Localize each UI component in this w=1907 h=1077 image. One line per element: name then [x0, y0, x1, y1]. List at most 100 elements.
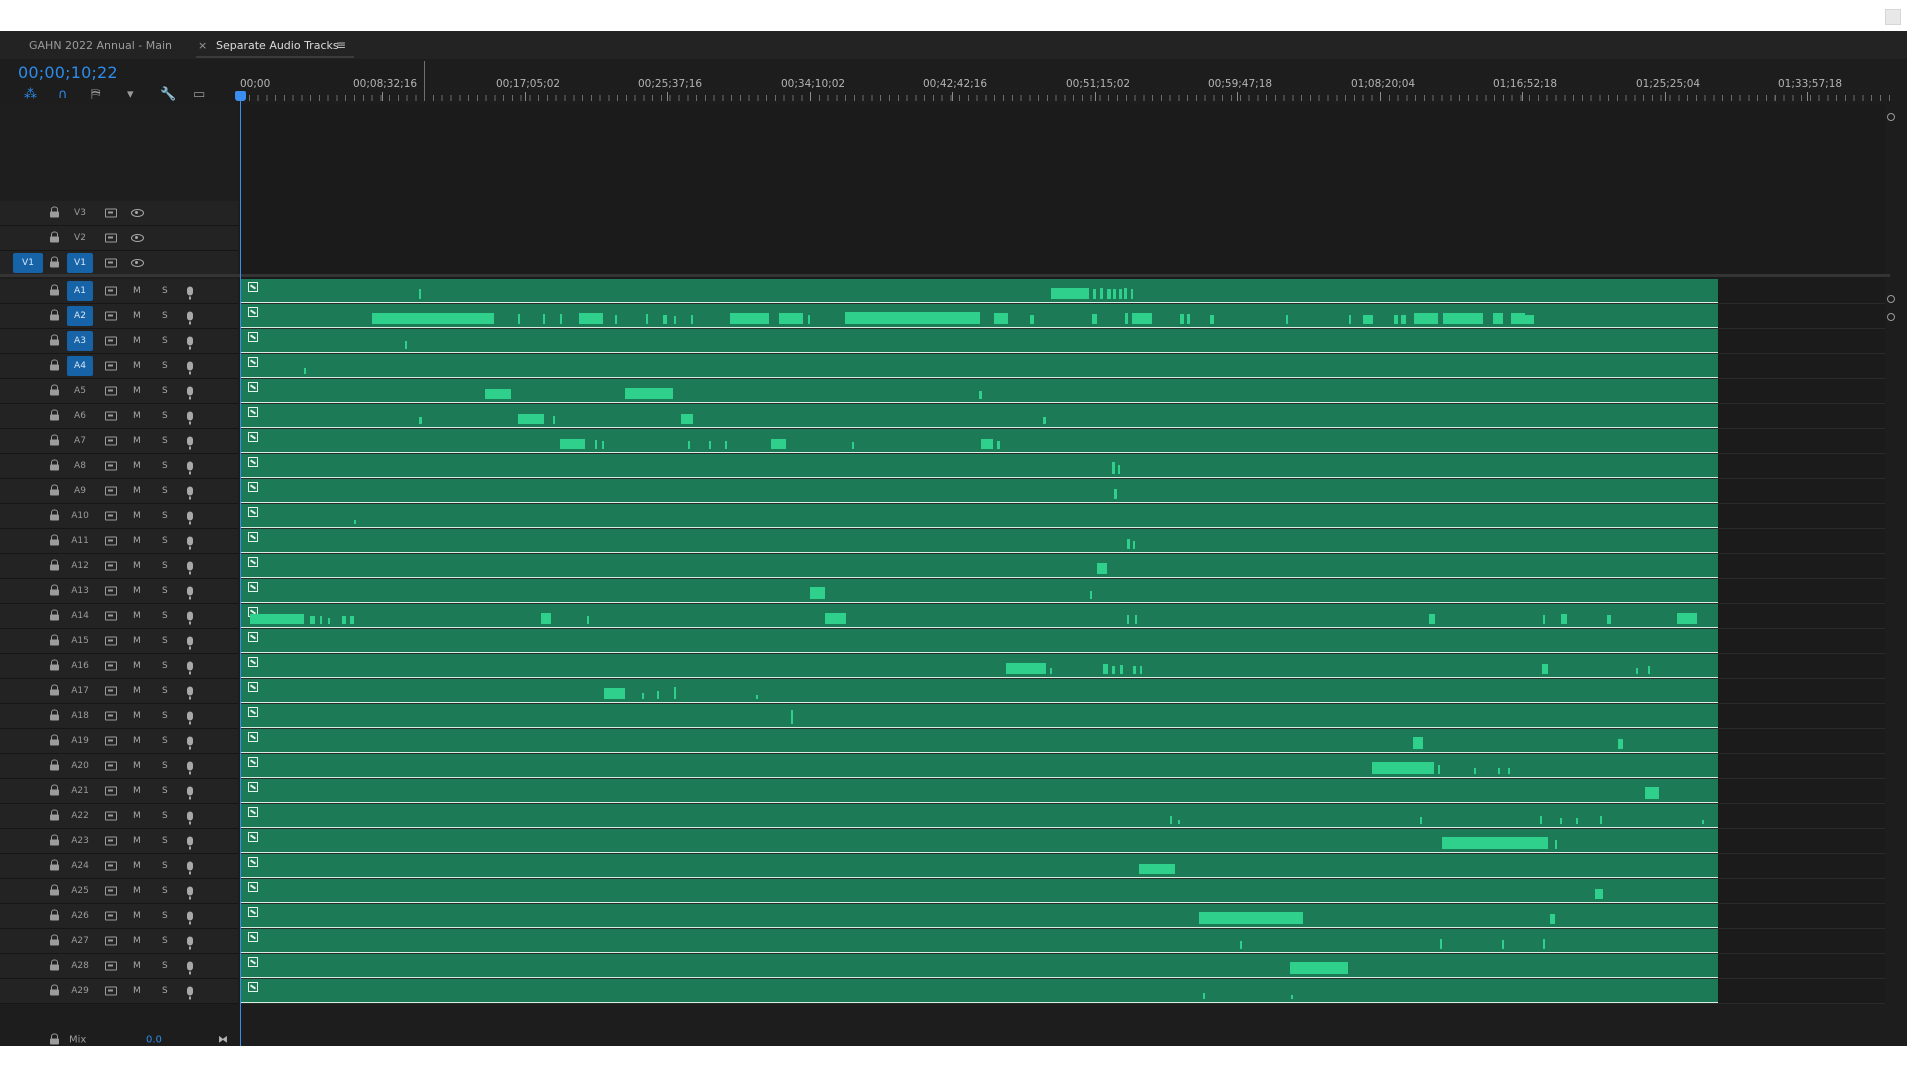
lock-icon[interactable]	[50, 659, 59, 671]
audio-track-lane[interactable]	[240, 354, 1885, 379]
solo-button[interactable]: S	[162, 911, 168, 921]
sync-lock-icon[interactable]	[105, 286, 117, 296]
lock-icon[interactable]	[50, 759, 59, 771]
lock-icon[interactable]	[50, 1033, 59, 1044]
mute-button[interactable]: M	[133, 561, 141, 571]
mute-button[interactable]: M	[133, 836, 141, 846]
audio-clip[interactable]	[240, 354, 1718, 378]
solo-button[interactable]: S	[162, 636, 168, 646]
audio-clip[interactable]	[240, 979, 1718, 1003]
tab-gahn-main[interactable]: GAHN 2022 Annual - Main	[29, 39, 172, 52]
mute-button[interactable]: M	[133, 936, 141, 946]
sync-lock-icon[interactable]	[105, 461, 117, 471]
video-audio-divider[interactable]	[0, 274, 1890, 277]
mic-icon[interactable]	[187, 936, 193, 950]
sync-lock-icon[interactable]	[105, 686, 117, 696]
audio-track-lane[interactable]	[240, 654, 1885, 679]
track-name[interactable]: V2	[67, 228, 93, 248]
mute-button[interactable]: M	[133, 711, 141, 721]
mute-button[interactable]: M	[133, 511, 141, 521]
sync-lock-icon[interactable]	[105, 836, 117, 846]
track-name[interactable]: A11	[67, 531, 93, 551]
audio-track-lane[interactable]	[240, 629, 1885, 654]
mic-icon[interactable]	[187, 311, 193, 325]
close-tab-icon[interactable]: ×	[198, 39, 207, 52]
mic-icon[interactable]	[187, 661, 193, 675]
sync-lock-icon[interactable]	[105, 786, 117, 796]
mic-icon[interactable]	[187, 386, 193, 400]
sync-lock-icon[interactable]	[105, 336, 117, 346]
snap-in-timeline-icon[interactable]: ⁂	[24, 88, 37, 102]
lock-icon[interactable]	[50, 284, 59, 296]
track-name[interactable]: A22	[67, 806, 93, 826]
mute-button[interactable]: M	[133, 761, 141, 771]
playhead-handle[interactable]	[235, 91, 246, 101]
audio-clip[interactable]	[240, 429, 1718, 453]
lock-icon[interactable]	[50, 734, 59, 746]
track-name[interactable]: A20	[67, 756, 93, 776]
audio-track-lane[interactable]	[240, 304, 1885, 329]
mute-button[interactable]: M	[133, 736, 141, 746]
sync-lock-icon[interactable]	[105, 311, 117, 321]
audio-track-lane[interactable]	[240, 604, 1885, 629]
track-name[interactable]: A29	[67, 981, 93, 1001]
mute-button[interactable]: M	[133, 411, 141, 421]
window-control-button[interactable]	[1885, 9, 1901, 25]
solo-button[interactable]: S	[162, 436, 168, 446]
audio-track-lane[interactable]	[240, 829, 1885, 854]
mute-button[interactable]: M	[133, 636, 141, 646]
audio-clip[interactable]	[240, 304, 1718, 328]
sync-lock-icon[interactable]	[105, 736, 117, 746]
solo-button[interactable]: S	[162, 786, 168, 796]
lock-icon[interactable]	[50, 859, 59, 871]
mute-button[interactable]: M	[133, 986, 141, 996]
mic-icon[interactable]	[187, 786, 193, 800]
solo-button[interactable]: S	[162, 961, 168, 971]
mute-button[interactable]: M	[133, 536, 141, 546]
track-name[interactable]: A4	[67, 356, 93, 376]
mic-icon[interactable]	[187, 986, 193, 1000]
audio-track-lane[interactable]	[240, 779, 1885, 804]
audio-clip[interactable]	[240, 379, 1718, 403]
sync-lock-icon[interactable]	[105, 986, 117, 996]
audio-track-lane[interactable]	[240, 904, 1885, 929]
audio-track-lane[interactable]	[240, 879, 1885, 904]
mic-icon[interactable]	[187, 536, 193, 550]
solo-button[interactable]: S	[162, 886, 168, 896]
audio-track-lane[interactable]	[240, 854, 1885, 879]
sync-lock-icon[interactable]	[105, 208, 117, 218]
eye-icon[interactable]	[131, 209, 144, 217]
track-name[interactable]: A14	[67, 606, 93, 626]
track-name[interactable]: A28	[67, 956, 93, 976]
wrench-icon[interactable]: 🔧	[160, 88, 176, 102]
mute-button[interactable]: M	[133, 311, 141, 321]
track-name[interactable]: A2	[67, 306, 93, 326]
track-name[interactable]: A16	[67, 656, 93, 676]
mic-icon[interactable]	[187, 761, 193, 775]
audio-clip[interactable]	[240, 754, 1718, 778]
mic-icon[interactable]	[187, 686, 193, 700]
mic-icon[interactable]	[187, 561, 193, 575]
linked-selection-icon[interactable]: ∩	[58, 88, 68, 102]
sync-lock-icon[interactable]	[105, 861, 117, 871]
mic-icon[interactable]	[187, 361, 193, 375]
track-name[interactable]: A1	[67, 281, 93, 301]
mute-button[interactable]: M	[133, 286, 141, 296]
solo-button[interactable]: S	[162, 586, 168, 596]
sync-lock-icon[interactable]	[105, 536, 117, 546]
track-name[interactable]: A21	[67, 781, 93, 801]
audio-clip[interactable]	[240, 504, 1718, 528]
solo-button[interactable]: S	[162, 711, 168, 721]
track-name[interactable]: A10	[67, 506, 93, 526]
audio-track-lane[interactable]	[240, 554, 1885, 579]
audio-track-lane[interactable]	[240, 729, 1885, 754]
mic-icon[interactable]	[187, 836, 193, 850]
audio-track-lane[interactable]	[240, 454, 1885, 479]
mute-button[interactable]: M	[133, 886, 141, 896]
track-name[interactable]: A5	[67, 381, 93, 401]
mute-button[interactable]: M	[133, 486, 141, 496]
lock-icon[interactable]	[50, 784, 59, 796]
lock-icon[interactable]	[50, 309, 59, 321]
audio-clip[interactable]	[240, 629, 1718, 653]
solo-button[interactable]: S	[162, 611, 168, 621]
